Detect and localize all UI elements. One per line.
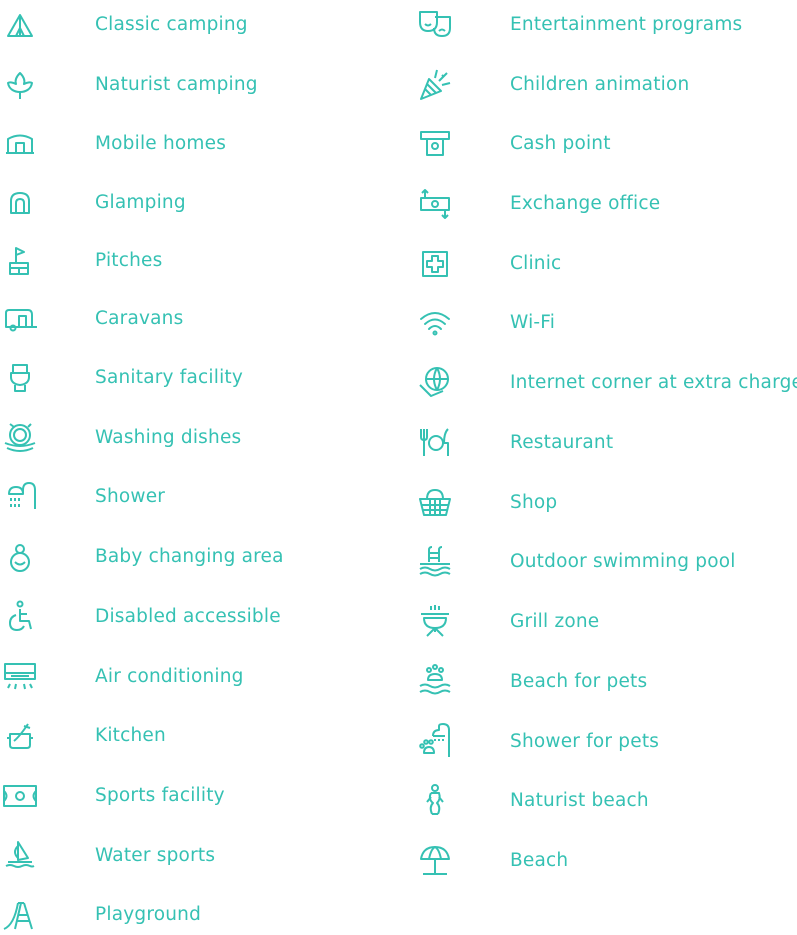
item-label: Air conditioning (95, 666, 244, 687)
medical-cross-icon (415, 244, 455, 284)
wifi-icon (415, 303, 455, 343)
beach-umbrella-icon (415, 841, 455, 881)
item-label: Classic camping (95, 14, 248, 35)
naturist-beach-icon (415, 781, 455, 821)
currency-exchange-icon (415, 184, 455, 224)
glamping-tent-icon (0, 183, 40, 223)
item-label: Shower for pets (510, 731, 660, 752)
restaurant-icon (415, 423, 455, 463)
item-label: Kitchen (95, 725, 166, 746)
item-label: Beach (510, 850, 569, 871)
item-label: Cash point (510, 133, 611, 154)
item-label: Water sports (95, 845, 216, 866)
sports-field-icon (0, 776, 40, 816)
theater-masks-icon (415, 5, 455, 45)
pet-beach-icon (415, 662, 455, 702)
item-label: Grill zone (510, 611, 600, 632)
item-label: Shop (510, 492, 558, 513)
pitch-flag-icon (0, 241, 40, 281)
item-label: Outdoor swimming pool (510, 551, 736, 572)
tent-icon (0, 5, 40, 45)
leaf-icon (0, 65, 40, 105)
item-label: Sports facility (95, 785, 225, 806)
item-label: Playground (95, 904, 202, 925)
item-label: Entertainment programs (510, 14, 743, 35)
wheelchair-icon (0, 597, 40, 637)
sailboat-icon (0, 836, 40, 876)
atm-icon (415, 124, 455, 164)
item-label: Beach for pets (510, 671, 648, 692)
dish-washing-icon (0, 418, 40, 458)
grill-icon (415, 602, 455, 642)
item-label: Wi-Fi (510, 312, 556, 333)
item-label: Naturist camping (95, 74, 258, 95)
item-label: Disabled accessible (95, 606, 281, 627)
item-label: Restaurant (510, 432, 614, 453)
item-label: Shower (95, 486, 166, 507)
swimming-pool-icon (415, 542, 455, 582)
air-conditioner-icon (0, 657, 40, 697)
item-label: Glamping (95, 192, 186, 213)
baby-icon (0, 537, 40, 577)
toilet-icon (0, 358, 40, 398)
item-label: Exchange office (510, 193, 661, 214)
item-label: Sanitary facility (95, 367, 244, 388)
item-label: Caravans (95, 308, 184, 329)
shower-icon (0, 477, 40, 517)
globe-pc-icon (415, 363, 455, 403)
pet-shower-icon (415, 722, 455, 762)
caravan-icon (0, 299, 40, 339)
item-label: Baby changing area (95, 546, 284, 567)
cooking-pot-icon (0, 716, 40, 756)
mobile-home-icon (0, 124, 40, 164)
item-label: Naturist beach (510, 790, 649, 811)
shopping-basket-icon (415, 483, 455, 523)
item-label: Internet corner at extra charge (510, 372, 797, 393)
item-label: Children animation (510, 74, 690, 95)
party-popper-icon (415, 65, 455, 105)
slide-icon (0, 895, 40, 935)
item-label: Clinic (510, 253, 562, 274)
item-label: Washing dishes (95, 427, 242, 448)
item-label: Pitches (95, 250, 163, 271)
item-label: Mobile homes (95, 133, 227, 154)
